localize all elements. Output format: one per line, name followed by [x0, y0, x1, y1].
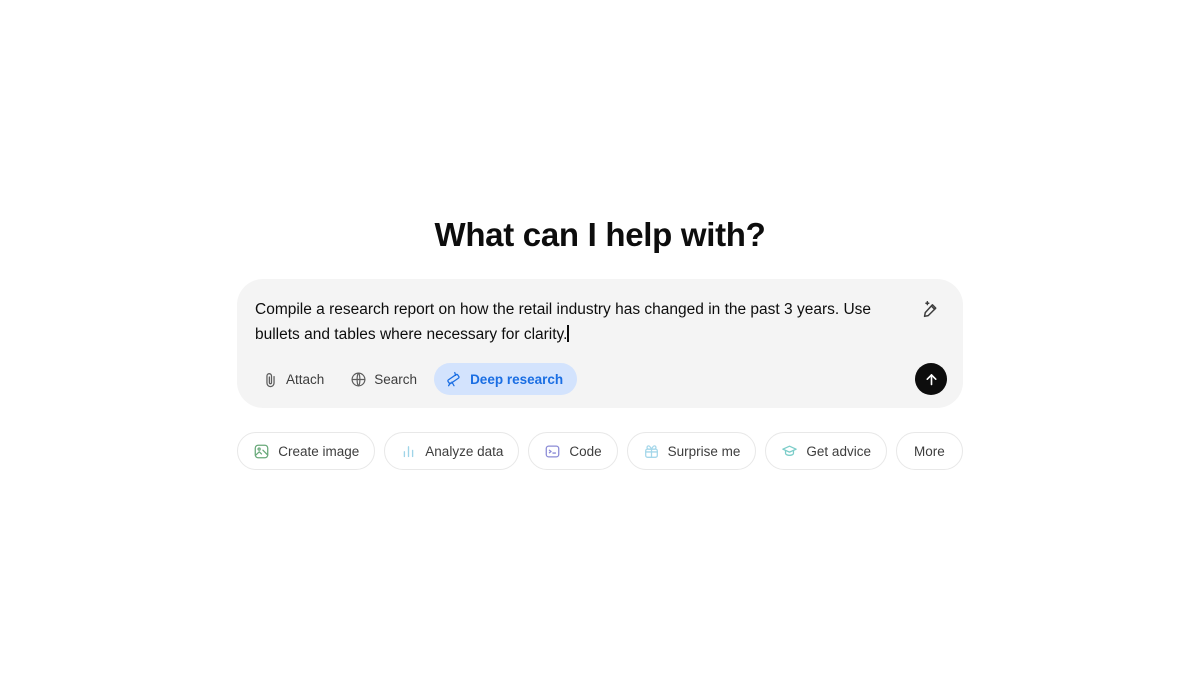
chip-surprise-me[interactable]: Surprise me	[626, 432, 757, 470]
attach-label: Attach	[286, 371, 325, 387]
deep-research-label: Deep research	[470, 371, 564, 387]
chip-label: Get advice	[806, 443, 871, 459]
image-icon	[253, 443, 270, 460]
composer-text-row: Compile a research report on how the ret…	[253, 297, 947, 347]
chip-create-image[interactable]: Create image	[237, 432, 376, 470]
composer-stage: What can I help with? Compile a research…	[237, 214, 963, 470]
search-button[interactable]: Search	[341, 363, 428, 395]
attach-button[interactable]: Attach	[253, 363, 335, 395]
chip-label: Analyze data	[425, 443, 504, 459]
chip-analyze-data[interactable]: Analyze data	[384, 432, 520, 470]
prompt-input[interactable]: Compile a research report on how the ret…	[255, 297, 915, 347]
graduation-cap-icon	[781, 443, 798, 460]
bar-chart-icon	[400, 443, 417, 460]
composer-toolbar: Attach Search Deep research	[253, 362, 947, 396]
suggestion-chip-row: Create image Analyze data Code Surprise …	[237, 432, 963, 470]
gift-icon	[643, 443, 660, 460]
search-label: Search	[374, 371, 418, 387]
chip-more[interactable]: More	[895, 432, 963, 470]
terminal-icon	[544, 443, 561, 460]
chip-label: Create image	[278, 443, 360, 459]
chip-label: Code	[569, 443, 602, 459]
text-caret	[567, 325, 569, 342]
composer[interactable]: Compile a research report on how the ret…	[237, 279, 963, 408]
page-title: What can I help with?	[434, 216, 766, 253]
deep-research-button[interactable]: Deep research	[434, 363, 578, 395]
paperclip-icon	[261, 370, 279, 388]
chip-label: Surprise me	[667, 443, 741, 459]
sparkle-pencil-icon[interactable]	[915, 294, 945, 324]
chip-label: More	[913, 443, 945, 459]
chip-get-advice[interactable]: Get advice	[765, 432, 887, 470]
telescope-icon	[445, 370, 463, 388]
send-button[interactable]	[915, 363, 947, 395]
chip-code[interactable]: Code	[528, 432, 618, 470]
prompt-text: Compile a research report on how the ret…	[255, 301, 872, 343]
app-root: What can I help with? Compile a research…	[0, 0, 1200, 674]
globe-icon	[349, 370, 367, 388]
